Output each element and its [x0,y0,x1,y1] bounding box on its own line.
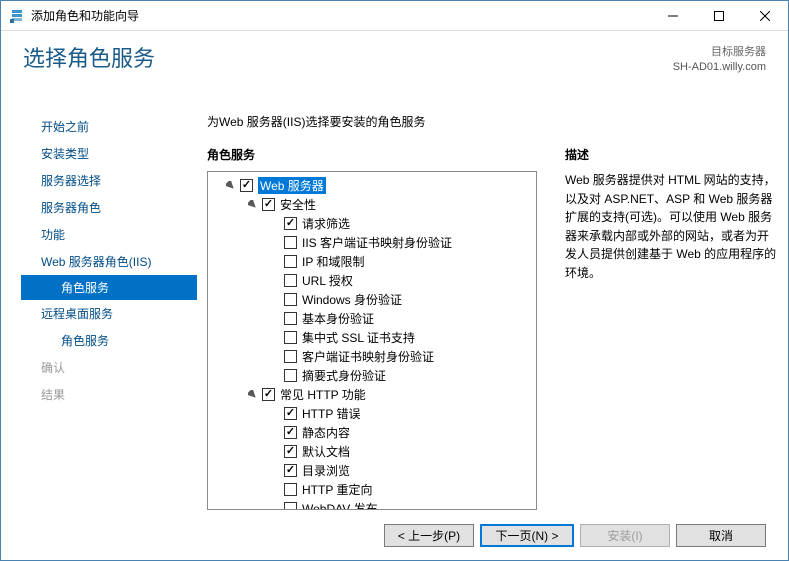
tree-row[interactable]: 客户端证书映射身份验证 [210,347,534,366]
checkbox[interactable] [284,426,297,439]
tree-item-label[interactable]: 安全性 [280,196,316,213]
checkbox[interactable] [284,369,297,382]
sidebar-item-9: 确认 [21,354,197,381]
checkbox[interactable] [262,198,275,211]
checkbox[interactable] [284,350,297,363]
target-server-box: 目标服务器 SH-AD01.willy.com [673,45,766,76]
sidebar-item-4[interactable]: 功能 [21,221,197,248]
tree-row[interactable]: HTTP 错误 [210,404,534,423]
tree-item-label[interactable]: Windows 身份验证 [302,291,402,308]
tree-row[interactable]: 静态内容 [210,423,534,442]
sidebar-item-3[interactable]: 服务器角色 [21,194,197,221]
tree-row[interactable]: 集中式 SSL 证书支持 [210,328,534,347]
checkbox[interactable] [284,255,297,268]
tree-row[interactable]: Windows 身份验证 [210,290,534,309]
tree-item-label[interactable]: 目录浏览 [302,462,350,479]
minimize-button[interactable] [650,1,696,31]
tree-row[interactable]: IP 和域限制 [210,252,534,271]
main-column: 为Web 服务器(IIS)选择要安装的角色服务 角色服务 Web 服务器安全性请… [197,101,788,510]
checkbox[interactable] [262,388,275,401]
checkbox[interactable] [284,464,297,477]
sidebar-item-2[interactable]: 服务器选择 [21,167,197,194]
target-label: 目标服务器 [673,45,766,60]
checkbox[interactable] [284,312,297,325]
sidebar-item-0[interactable]: 开始之前 [21,113,197,140]
instruction-text: 为Web 服务器(IIS)选择要安装的角色服务 [207,113,778,146]
cancel-button[interactable]: 取消 [676,524,766,547]
checkbox[interactable] [284,236,297,249]
tree-item-label[interactable]: 客户端证书映射身份验证 [302,348,434,365]
tree-row[interactable]: IIS 客户端证书映射身份验证 [210,233,534,252]
tree-row[interactable]: 摘要式身份验证 [210,366,534,385]
checkbox[interactable] [284,217,297,230]
tree-row[interactable]: HTTP 重定向 [210,480,534,499]
tree-item-label[interactable]: 基本身份验证 [302,310,374,327]
maximize-button[interactable] [696,1,742,31]
tree-item-label[interactable]: Web 服务器 [258,177,326,194]
checkbox[interactable] [284,445,297,458]
sidebar-item-1[interactable]: 安装类型 [21,140,197,167]
checkbox[interactable] [284,483,297,496]
header-strip: 选择角色服务 目标服务器 SH-AD01.willy.com [1,31,788,101]
sidebar-item-6[interactable]: 角色服务 [21,275,197,300]
checkbox[interactable] [240,179,253,192]
roles-column: 角色服务 Web 服务器安全性请求筛选 IIS 客户端证书映射身份验证 IP 和域限… [207,146,537,510]
checkbox[interactable] [284,274,297,287]
install-button: 安装(I) [580,524,670,547]
checkbox[interactable] [284,331,297,344]
titlebar: 添加角色和功能向导 [1,1,788,31]
tree-item-label[interactable]: 摘要式身份验证 [302,367,386,384]
tree-item-label[interactable]: HTTP 错误 [302,405,360,422]
tree-item-label[interactable]: 默认文档 [302,443,350,460]
checkbox[interactable] [284,407,297,420]
tree-item-label[interactable]: 静态内容 [302,424,350,441]
tree-row[interactable]: 默认文档 [210,442,534,461]
tree-item-label[interactable]: WebDAV 发布 [302,500,378,509]
tree-row[interactable]: 基本身份验证 [210,309,534,328]
body-area: 开始之前安装类型服务器选择服务器角色功能Web 服务器角色(IIS)角色服务远程… [1,101,788,510]
tree-item-label[interactable]: 请求筛选 [302,215,350,232]
next-button[interactable]: 下一页(N) > [480,524,574,547]
target-server: SH-AD01.willy.com [673,60,766,75]
checkbox[interactable] [284,293,297,306]
roles-label: 角色服务 [207,146,537,171]
tree-item-label[interactable]: HTTP 重定向 [302,481,372,498]
tree-row[interactable]: 目录浏览 [210,461,534,480]
sidebar-item-10: 结果 [21,381,197,408]
tree-row[interactable]: 常见 HTTP 功能 [210,385,534,404]
wizard-window: 添加角色和功能向导 选择角色服务 目标服务器 SH-AD01.willy.com… [0,0,789,561]
tree-scroll[interactable]: Web 服务器安全性请求筛选 IIS 客户端证书映射身份验证 IP 和域限制 URL … [208,172,536,509]
sidebar-item-8[interactable]: 角色服务 [21,327,197,354]
tree-item-label[interactable]: 常见 HTTP 功能 [280,386,366,403]
tree-row[interactable]: Web 服务器 [210,176,534,195]
sidebar-item-5[interactable]: Web 服务器角色(IIS) [21,248,197,275]
description-text: Web 服务器提供对 HTML 网站的支持，以及对 ASP.NET、ASP 和 … [565,171,778,283]
collapse-icon[interactable] [224,180,236,192]
tree-item-label[interactable]: IIS 客户端证书映射身份验证 [302,234,452,251]
tree-row[interactable]: URL 授权 [210,271,534,290]
tree-container: Web 服务器安全性请求筛选 IIS 客户端证书映射身份验证 IP 和域限制 URL … [207,171,537,510]
sidebar-item-7[interactable]: 远程桌面服务 [21,300,197,327]
tree-item-label[interactable]: URL 授权 [302,272,353,289]
tree-row[interactable]: WebDAV 发布 [210,499,534,509]
collapse-icon[interactable] [246,389,258,401]
description-column: 描述 Web 服务器提供对 HTML 网站的支持，以及对 ASP.NET、ASP… [565,146,778,510]
tree-item-label[interactable]: 集中式 SSL 证书支持 [302,329,415,346]
page-title: 选择角色服务 [23,41,155,73]
close-button[interactable] [742,1,788,31]
app-icon [9,8,25,24]
prev-button[interactable]: < 上一步(P) [384,524,474,547]
description-label: 描述 [565,146,778,171]
sidebar: 开始之前安装类型服务器选择服务器角色功能Web 服务器角色(IIS)角色服务远程… [1,101,197,510]
collapse-icon[interactable] [246,199,258,211]
tree-row[interactable]: 安全性 [210,195,534,214]
tree-item-label[interactable]: IP 和域限制 [302,253,364,270]
window-title: 添加角色和功能向导 [31,7,139,24]
tree-row[interactable]: 请求筛选 [210,214,534,233]
mid-row: 角色服务 Web 服务器安全性请求筛选 IIS 客户端证书映射身份验证 IP 和域限… [207,146,778,510]
checkbox[interactable] [284,502,297,509]
footer: < 上一步(P) 下一页(N) > 安装(I) 取消 [1,510,788,560]
